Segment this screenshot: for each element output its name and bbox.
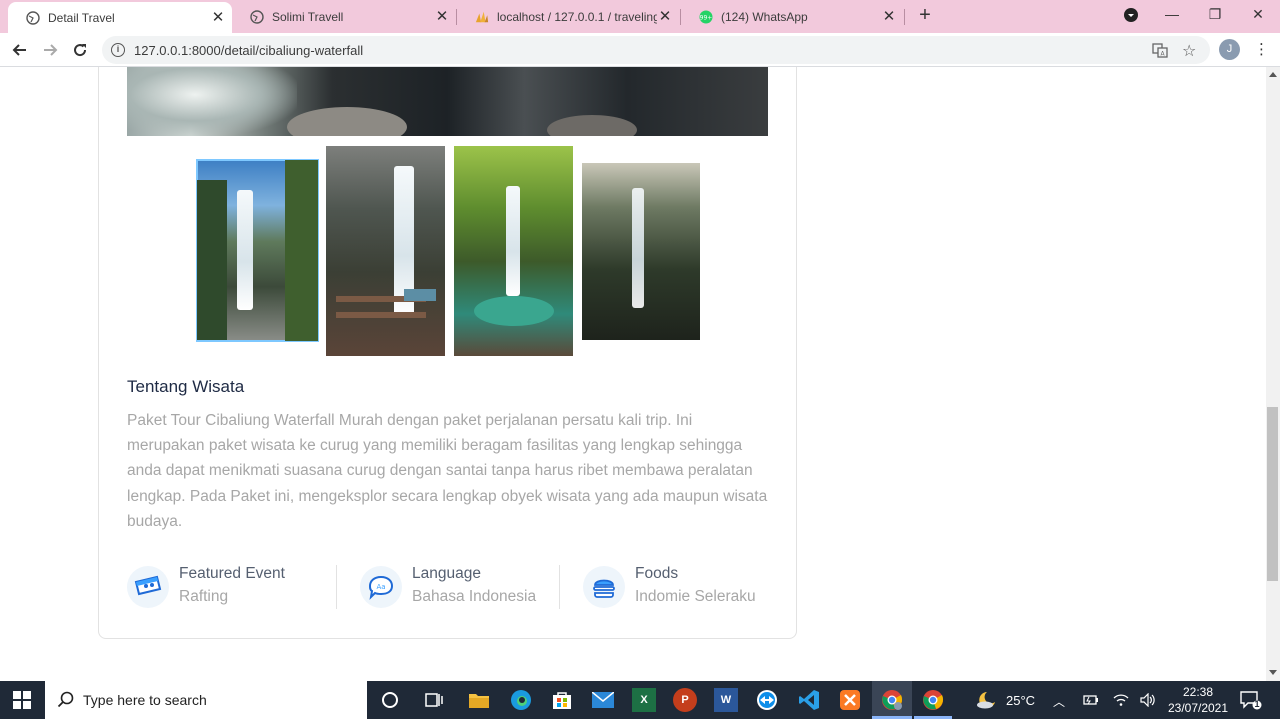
globe-icon [250, 9, 264, 24]
feature-label: Foods [635, 565, 679, 582]
taskbar-search-box[interactable]: Type here to search [45, 681, 367, 719]
feature-divider [559, 565, 560, 609]
tab-solimi-travell[interactable]: Solimi Travell ✕ [232, 0, 456, 33]
close-tab-icon[interactable]: ✕ [657, 8, 673, 25]
tab-title: localhost / 127.0.0.1 / travelingku [497, 9, 657, 24]
notification-count: 1 [1254, 699, 1260, 709]
xampp-icon[interactable] [838, 688, 862, 712]
whatsapp-icon: 99+ [699, 10, 713, 24]
address-bar[interactable]: i 127.0.0.1:8000/detail/cibaliung-waterf… [102, 36, 1210, 64]
wifi-icon[interactable] [1113, 693, 1129, 719]
ticket-icon [127, 566, 169, 608]
page-viewport: Tentang Wisata Paket Tour Cibaliung Wate… [0, 67, 1266, 681]
reload-button[interactable] [68, 38, 92, 62]
vscode-icon[interactable] [797, 688, 821, 712]
bookmark-star-icon[interactable]: ☆ [1182, 41, 1196, 61]
tab-detail-travel[interactable]: Detail Travel ✕ [8, 2, 232, 33]
gallery-thumbnail[interactable] [326, 146, 445, 356]
clock-date: 23/07/2021 [1167, 701, 1229, 715]
tour-description: Paket Tour Cibaliung Waterfall Murah den… [127, 412, 768, 530]
tab-search-button[interactable] [1109, 0, 1153, 30]
close-window-button[interactable]: ✕ [1236, 0, 1280, 30]
scroll-up-arrow[interactable] [1269, 72, 1277, 77]
tab-title: (124) WhatsApp [721, 9, 808, 24]
chrome-icon[interactable] [921, 688, 945, 712]
feature-foods: Foods Indomie Seleraku [583, 562, 773, 612]
battery-icon[interactable] [1083, 694, 1099, 719]
close-tab-icon[interactable]: ✕ [434, 8, 450, 25]
system-clock[interactable]: 22:38 23/07/2021 [1163, 681, 1233, 719]
edge-icon[interactable] [509, 688, 533, 712]
url-text: 127.0.0.1:8000/detail/cibaliung-waterfal… [134, 43, 364, 58]
gallery-thumbnail[interactable] [196, 159, 319, 342]
gallery-thumbnail[interactable] [454, 146, 573, 356]
search-placeholder: Type here to search [83, 692, 207, 708]
feature-language: Aa Language Bahasa Indonesia [360, 562, 550, 612]
powerpoint-icon[interactable]: P [673, 688, 697, 712]
search-icon [57, 691, 75, 714]
new-tab-button[interactable]: + [914, 5, 936, 27]
feature-value: Bahasa Indonesia [412, 588, 537, 605]
tab-separator [904, 9, 905, 25]
detail-card [98, 67, 797, 639]
page-scrollbar[interactable] [1266, 67, 1280, 681]
svg-text:99+: 99+ [700, 14, 713, 21]
weather-temperature: 25°C [1006, 693, 1036, 708]
svg-text:Aa: Aa [376, 583, 385, 591]
clock-time: 22:38 [1182, 685, 1214, 699]
feature-label: Language [412, 565, 481, 582]
windows-start-icon[interactable] [10, 688, 34, 712]
word-icon[interactable]: W [714, 688, 738, 712]
gallery-thumbnail[interactable] [582, 163, 700, 340]
feature-divider [336, 565, 337, 609]
close-tab-icon[interactable]: ✕ [210, 9, 226, 26]
burger-icon [583, 566, 625, 608]
tab-title: Detail Travel [48, 10, 115, 25]
microsoft-store-icon[interactable] [550, 688, 574, 712]
browser-toolbar: i 127.0.0.1:8000/detail/cibaliung-waterf… [0, 33, 1280, 67]
globe-icon [26, 10, 40, 25]
feature-featured-event: Featured Event Rafting [127, 562, 327, 612]
scroll-down-arrow[interactable] [1269, 670, 1277, 675]
tab-whatsapp[interactable]: 99+ (124) WhatsApp ✕ [681, 0, 903, 33]
browser-tab-strip: Detail Travel ✕ Solimi Travell ✕ localho… [0, 0, 1280, 33]
excel-icon[interactable]: X [632, 688, 656, 712]
site-info-icon[interactable]: i [111, 43, 125, 57]
restore-button[interactable]: ❐ [1193, 0, 1237, 30]
show-hidden-icons-chevron-icon[interactable]: ︿ [1053, 693, 1067, 719]
browser-menu-icon[interactable]: ⋮ [1254, 42, 1269, 57]
tab-title: Solimi Travell [272, 9, 344, 24]
teamviewer-icon[interactable] [755, 688, 779, 712]
main-photo [127, 67, 768, 136]
minimize-button[interactable]: — [1150, 0, 1194, 30]
volume-icon[interactable] [1140, 692, 1156, 719]
mail-icon[interactable] [591, 688, 615, 712]
weather-moon-icon [975, 690, 997, 713]
file-explorer-icon[interactable] [467, 688, 491, 712]
profile-avatar[interactable]: J [1219, 39, 1240, 60]
tab-phpmyadmin[interactable]: localhost / 127.0.0.1 / travelingku ✕ [457, 0, 679, 33]
back-button[interactable] [8, 38, 32, 62]
forward-button[interactable] [38, 38, 62, 62]
windows-taskbar: Type here to search X P W 25°C ︿ 22:38 2… [0, 681, 1280, 719]
scrollbar-thumb[interactable] [1267, 407, 1278, 581]
close-tab-icon[interactable]: ✕ [881, 8, 897, 25]
notification-center-icon[interactable]: 1 [1240, 690, 1262, 719]
section-title: Tentang Wisata [127, 377, 245, 396]
task-view-icon[interactable] [422, 688, 446, 712]
feature-label: Featured Event [179, 565, 285, 582]
chat-bubble-icon: Aa [360, 566, 402, 608]
translate-icon[interactable]: A [1152, 42, 1168, 63]
cortana-icon[interactable] [378, 688, 402, 712]
chrome-profile-icon[interactable] [880, 688, 904, 712]
phpmyadmin-icon [475, 10, 489, 24]
feature-value: Rafting [179, 588, 229, 605]
feature-value: Indomie Seleraku [635, 588, 756, 605]
